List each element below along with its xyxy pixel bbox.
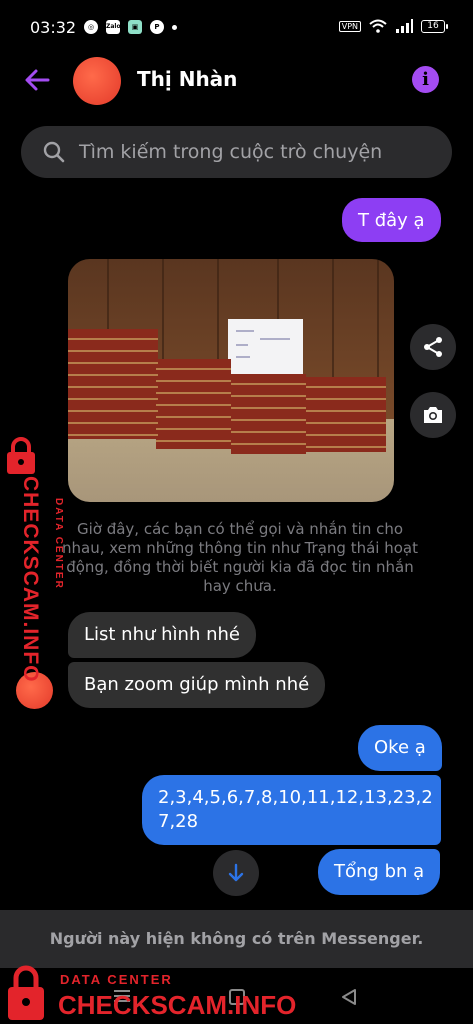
message-bubble-outgoing[interactable]: Oke ạ	[358, 725, 442, 771]
signal-icon	[396, 19, 413, 33]
watermark-bottom-title: CHECKSCAM.INFO	[58, 990, 297, 1020]
share-icon	[424, 337, 442, 357]
contact-name[interactable]: Thị Nhàn	[137, 67, 237, 91]
lock-icon	[7, 437, 35, 474]
camera-icon	[424, 407, 442, 423]
info-button[interactable]: i	[412, 66, 439, 93]
zalo-icon: Zalo	[106, 20, 121, 34]
watermark-bottom: DATA CENTER CHECKSCAM.INFO	[0, 962, 300, 1024]
search-placeholder: Tìm kiếm trong cuộc trò chuyện	[79, 141, 383, 163]
vpn-badge: VPN	[338, 20, 361, 32]
watermark-side: CHECKSCAM.INFO DATA CENTER	[0, 436, 64, 683]
wifi-icon	[369, 19, 387, 33]
chrome-icon: ◎	[84, 20, 98, 34]
share-button[interactable]	[410, 324, 456, 370]
message-bubble-incoming[interactable]: Bạn zoom giúp mình nhé	[68, 662, 326, 708]
unavailable-text: Người này hiện không có trên Messenger.	[49, 929, 424, 948]
status-app-icons: ◎ Zalo ▣ P	[84, 20, 177, 34]
battery-icon: 16	[421, 19, 448, 33]
pinterest-icon: P	[150, 20, 164, 34]
watermark-side-subtitle: DATA CENTER	[53, 498, 64, 590]
back-nav-icon[interactable]	[340, 988, 358, 1006]
message-bubble-outgoing[interactable]: T đây ạ	[342, 198, 441, 242]
watermark-bottom-subtitle: DATA CENTER	[60, 972, 173, 987]
message-bubble-incoming[interactable]: List như hình nhé	[68, 612, 256, 658]
contact-avatar[interactable]	[73, 57, 121, 105]
message-bubble-outgoing[interactable]: 2,3,4,5,6,7,8,10,11,12,13,23,2 7,28	[142, 775, 441, 845]
app-icon: ▣	[128, 20, 142, 34]
status-indicators: VPN 16	[338, 19, 448, 33]
search-input[interactable]: Tìm kiếm trong cuộc trò chuyện	[21, 126, 452, 178]
back-button[interactable]	[22, 65, 52, 95]
lock-icon	[8, 965, 44, 1020]
message-bubble-outgoing[interactable]: Tổng bn ạ	[318, 849, 441, 895]
back-arrow-icon	[25, 69, 50, 91]
system-notice: Giờ đây, các bạn có thể gọi và nhắn tin …	[62, 520, 418, 595]
notification-dot	[172, 25, 177, 30]
unavailable-banner: Người này hiện không có trên Messenger.	[0, 910, 473, 968]
photo-image	[68, 259, 394, 502]
status-bar: 03:32 ◎ Zalo ▣ P VPN 16	[0, 0, 473, 56]
scroll-to-bottom-button[interactable]	[213, 850, 259, 896]
search-icon	[43, 141, 65, 163]
photo-message[interactable]	[68, 259, 394, 502]
arrow-down-icon	[228, 863, 244, 882]
chat-header: Thị Nhàn i	[0, 56, 473, 106]
camera-button[interactable]	[410, 392, 456, 438]
status-time: 03:32	[30, 18, 77, 37]
watermark-side-title: CHECKSCAM.INFO	[19, 476, 42, 683]
